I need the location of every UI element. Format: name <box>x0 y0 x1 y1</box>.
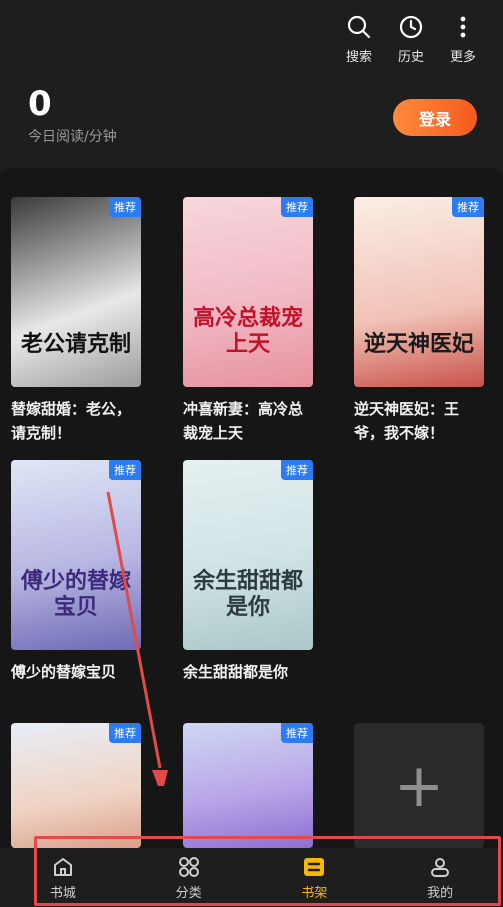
reading-minutes: 0 <box>28 84 52 124</box>
cover-title: 余生甜甜都是你 <box>192 568 303 620</box>
book-title: 余生甜甜都是你 <box>183 663 289 681</box>
recommend-badge: 推荐 <box>109 460 141 480</box>
book-cover[interactable]: 老公请克制 推荐 <box>11 197 141 387</box>
grid-icon <box>178 856 199 877</box>
recommend-badge: 推荐 <box>281 460 313 480</box>
cover-title: 老公请克制 <box>20 331 131 357</box>
top-actions: 搜索 历史 更多 <box>333 14 489 65</box>
cover-title: 高冷总裁宠上天 <box>192 305 303 357</box>
book-cover[interactable]: 高冷总裁宠上天 推荐 <box>183 197 313 387</box>
login-button[interactable]: 登录 <box>393 99 477 136</box>
header: 搜索 历史 更多 0 今日阅读/分钟 登录 <box>0 0 503 170</box>
book-card[interactable]: 高冷总裁宠上天 推荐 冲喜新妻：高冷总裁宠上天 <box>183 197 313 445</box>
nav-item-category[interactable]: 分类 <box>129 855 249 901</box>
cover-title: 傅少的替嫁宝贝 <box>20 568 131 620</box>
recommend-badge: 推荐 <box>109 723 141 743</box>
book-card[interactable]: 余生甜甜都是你 推荐 余生甜甜都是你 <box>183 460 313 684</box>
add-book-button[interactable]: + <box>354 723 484 848</box>
cover-title: 逆天神医妃 <box>363 331 474 357</box>
book-cover[interactable]: 推荐 <box>183 723 313 848</box>
book-card[interactable]: 老公请克制 推荐 替嫁甜婚：老公，请克制！ <box>11 197 141 445</box>
book-card[interactable]: 傅少的替嫁宝贝 推荐 傅少的替嫁宝贝 <box>11 460 141 684</box>
search-icon <box>347 15 371 39</box>
plus-icon: + <box>393 750 445 821</box>
book-title: 冲喜新妻：高冷总裁宠上天 <box>183 400 304 442</box>
profile-icon <box>431 857 450 877</box>
nav-label: 分类 <box>175 885 202 901</box>
recommend-badge: 推荐 <box>452 197 484 217</box>
book-title: 逆天神医妃：王爷，我不嫁！ <box>354 400 460 442</box>
bookshelf-icon <box>304 857 325 876</box>
bottom-nav: 书城 分类 书架 我的 <box>0 848 503 907</box>
nav-label: 我的 <box>427 885 454 901</box>
book-title: 替嫁甜婚：老公，请克制！ <box>11 400 132 442</box>
clock-icon <box>399 15 423 39</box>
book-card[interactable]: 推荐 <box>183 723 313 848</box>
nav-label: 书架 <box>301 885 328 901</box>
recommend-badge: 推荐 <box>281 197 313 217</box>
book-cover[interactable]: 逆天神医妃 推荐 <box>354 197 484 387</box>
book-card[interactable]: 推荐 <box>11 723 141 848</box>
nav-item-bookshelf[interactable]: 书架 <box>254 855 374 901</box>
more-button[interactable]: 更多 <box>437 14 489 65</box>
search-button[interactable]: 搜索 <box>333 14 385 65</box>
book-cover[interactable]: 傅少的替嫁宝贝 推荐 <box>11 460 141 650</box>
history-button[interactable]: 历史 <box>385 14 437 65</box>
book-cover[interactable]: 余生甜甜都是你 推荐 <box>183 460 313 650</box>
recommend-badge: 推荐 <box>281 723 313 743</box>
more-vertical-icon <box>460 16 466 38</box>
search-label: 搜索 <box>345 50 372 65</box>
nav-label: 书城 <box>49 885 76 901</box>
book-title: 傅少的替嫁宝贝 <box>11 663 117 681</box>
reading-stats: 0 今日阅读/分钟 <box>28 84 117 146</box>
more-label: 更多 <box>449 50 476 65</box>
book-card[interactable]: 逆天神医妃 推荐 逆天神医妃：王爷，我不嫁！ <box>354 197 484 445</box>
book-cover[interactable]: 推荐 <box>11 723 141 848</box>
nav-item-bookstore[interactable]: 书城 <box>3 855 123 901</box>
home-icon <box>53 857 72 876</box>
recommend-badge: 推荐 <box>109 197 141 217</box>
history-label: 历史 <box>397 50 424 65</box>
reading-caption: 今日阅读/分钟 <box>28 129 117 145</box>
nav-item-profile[interactable]: 我的 <box>380 855 500 901</box>
